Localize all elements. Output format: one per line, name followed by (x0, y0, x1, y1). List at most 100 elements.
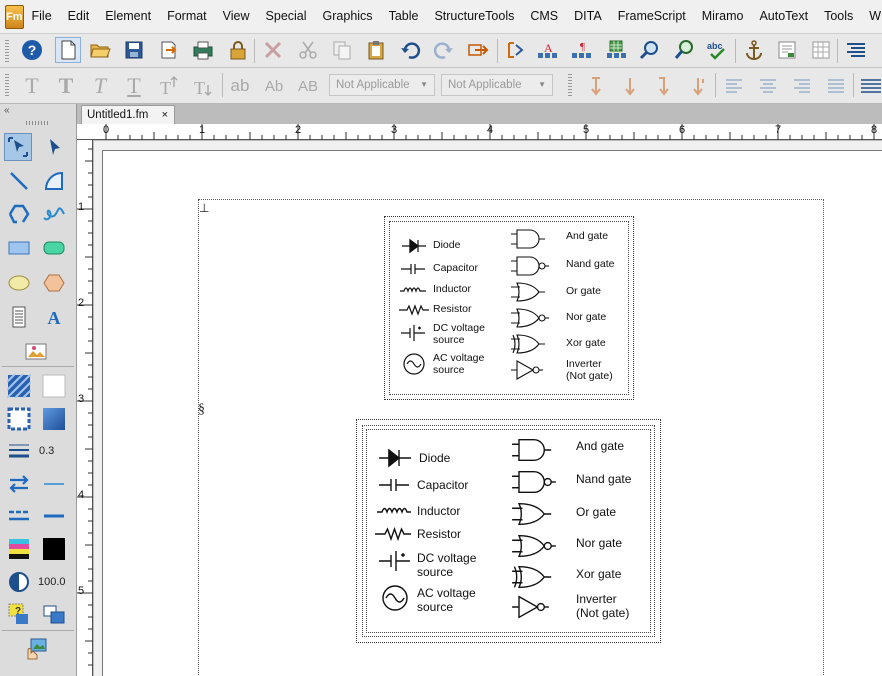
delete-button[interactable] (260, 37, 286, 63)
arc-tool[interactable] (40, 167, 68, 195)
superscript-button[interactable]: T (156, 73, 182, 99)
paragraph-catalog-button[interactable]: ¶ (568, 37, 594, 63)
vertical-ruler[interactable]: 1 2 3 4 5 (77, 140, 93, 676)
freehand-tool[interactable] (40, 200, 68, 228)
tint-tool[interactable] (5, 568, 33, 596)
menu-tools[interactable]: Tools (816, 0, 861, 33)
oval-tool[interactable] (5, 269, 33, 297)
repeat-button[interactable] (465, 37, 491, 63)
character-catalog-button[interactable]: A (534, 37, 560, 63)
find-button[interactable] (637, 37, 663, 63)
anchored-frame-button[interactable] (741, 37, 767, 63)
line-ends-tool[interactable] (5, 470, 33, 498)
fill-pattern-tool[interactable] (5, 372, 33, 400)
cut-button[interactable] (295, 37, 321, 63)
horizontal-ruler[interactable]: 0 1 2 3 4 5 6 7 8 (77, 124, 882, 140)
export-button[interactable] (156, 37, 182, 63)
help-button[interactable]: ? (19, 37, 45, 63)
character-format-dropdown[interactable]: Not Applicable ▼ (441, 74, 553, 96)
menu-cms[interactable]: CMS (522, 0, 566, 33)
line-spacing-toolbar-button[interactable] (857, 73, 882, 99)
menu-edit[interactable]: Edit (60, 0, 98, 33)
object-select-tool[interactable] (40, 133, 68, 161)
symbol-legend-large[interactable]: Diode Capacitor Inductor Resistor DC vol… (356, 419, 661, 643)
justify-button[interactable] (823, 73, 849, 99)
align-left-button[interactable] (721, 73, 747, 99)
spelling-button[interactable]: abc (704, 37, 730, 63)
menu-dita[interactable]: DITA (566, 0, 610, 33)
space-above-button[interactable] (583, 73, 609, 99)
lock-button[interactable] (225, 37, 251, 63)
bold-text-button[interactable]: T (52, 73, 80, 98)
text-line-tool[interactable]: A (40, 303, 68, 331)
menu-structuretools[interactable]: StructureTools (426, 0, 522, 33)
align-right-button[interactable] (789, 73, 815, 99)
collapse-panel-button[interactable]: « (4, 105, 10, 116)
copy-button[interactable] (329, 37, 355, 63)
document-page[interactable]: ⊥ § Diode Capacitor Inductor Resistor DC… (102, 150, 882, 676)
table-catalog-button[interactable] (603, 37, 629, 63)
polygon-tool[interactable] (40, 269, 68, 297)
close-icon[interactable]: × (162, 106, 168, 124)
line-width-tool[interactable] (5, 438, 33, 466)
zoom-button[interactable] (671, 37, 697, 63)
color-tool[interactable] (5, 535, 33, 563)
menu-element[interactable]: Element (97, 0, 159, 33)
polyline-tool[interactable] (5, 200, 33, 228)
menu-graphics[interactable]: Graphics (315, 0, 381, 33)
menu-format[interactable]: Format (159, 0, 215, 33)
menu-special[interactable]: Special (258, 0, 315, 33)
symbol-legend-small[interactable]: Diode Capacitor Inductor Resistor DC vol… (384, 216, 634, 400)
knockout-tool[interactable] (40, 600, 68, 628)
align-toolbar-button[interactable] (843, 37, 869, 63)
menu-view[interactable]: View (215, 0, 258, 33)
undo-button[interactable] (397, 37, 423, 63)
paste-button[interactable] (363, 37, 389, 63)
lowercase-button[interactable]: ab (226, 74, 254, 98)
space-below-button[interactable] (617, 73, 643, 99)
redo-button[interactable] (431, 37, 457, 63)
object-properties-tool[interactable] (22, 635, 50, 663)
panel-grip[interactable] (26, 121, 48, 125)
graphic-frame-tool[interactable] (22, 337, 50, 365)
print-button[interactable] (190, 37, 216, 63)
overprint-tool[interactable]: ? (5, 600, 33, 628)
smart-select-tool[interactable] (4, 133, 32, 161)
fill-color-swatch[interactable] (40, 372, 68, 400)
menu-table[interactable]: Table (381, 0, 427, 33)
initial-caps-button[interactable]: Ab (260, 74, 288, 98)
new-document-button[interactable] (55, 37, 81, 63)
rounded-rectangle-tool[interactable] (40, 234, 68, 262)
toolbar-grip[interactable] (5, 74, 9, 96)
rectangle-tool[interactable] (5, 234, 33, 262)
line-tool[interactable] (5, 167, 33, 195)
italic-text-button[interactable]: T (86, 73, 114, 98)
text-column-tool[interactable] (5, 303, 33, 331)
menu-file[interactable]: File (24, 0, 60, 33)
align-center-button[interactable] (755, 73, 781, 99)
menu-framescript[interactable]: FrameScript (610, 0, 694, 33)
color-swatch-black[interactable] (40, 535, 68, 563)
subscript-button[interactable]: T (190, 73, 216, 99)
dash-pattern-tool[interactable] (5, 502, 33, 530)
underline-text-button[interactable]: T (120, 73, 148, 98)
toolbar-grip[interactable] (568, 74, 572, 96)
toolbar-grip[interactable] (5, 40, 9, 62)
paragraph-format-dropdown[interactable]: Not Applicable ▼ (329, 74, 435, 96)
tab-untitled1[interactable]: Untitled1.fm × (81, 105, 175, 124)
uppercase-button[interactable]: AB (294, 74, 322, 98)
keep-with-button[interactable] (685, 73, 711, 99)
insert-table-button[interactable] (808, 37, 834, 63)
menu-window[interactable]: W (861, 0, 882, 33)
line-spacing-button[interactable] (651, 73, 677, 99)
menu-miramo[interactable]: Miramo (694, 0, 752, 33)
document-canvas[interactable]: ⊥ § Diode Capacitor Inductor Resistor DC… (94, 141, 882, 676)
line-end-style[interactable] (40, 470, 68, 498)
section-marker[interactable]: § (198, 402, 205, 418)
cross-reference-button[interactable] (502, 37, 528, 63)
dash-style[interactable] (40, 502, 68, 530)
pen-pattern-tool[interactable] (5, 405, 33, 433)
footnote-button[interactable] (774, 37, 800, 63)
save-button[interactable] (121, 37, 147, 63)
pen-color-swatch[interactable] (40, 405, 68, 433)
